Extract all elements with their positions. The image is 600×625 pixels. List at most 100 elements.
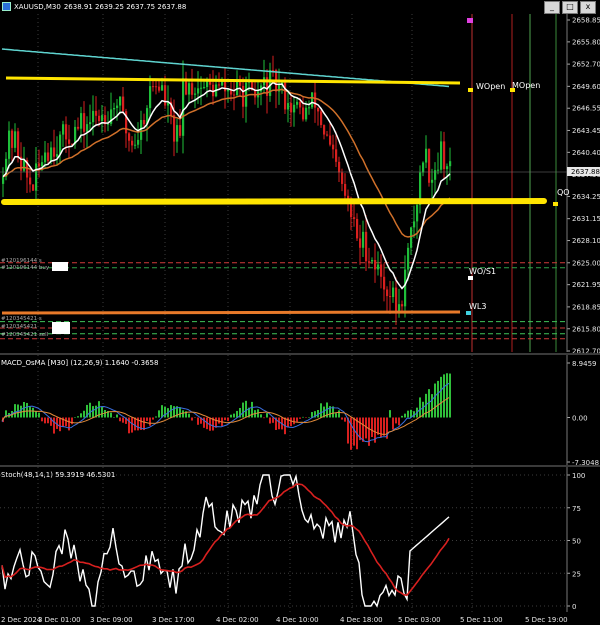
price-tick-label: 2643.45 bbox=[572, 127, 600, 135]
candle-body bbox=[122, 96, 125, 112]
stoch-d-line bbox=[1, 483, 450, 596]
candle-body bbox=[401, 304, 404, 307]
macd-histogram-bar bbox=[302, 416, 304, 418]
candle-body bbox=[47, 152, 50, 161]
candle-body bbox=[38, 163, 41, 167]
macd-histogram-bar bbox=[47, 417, 49, 424]
candle-body bbox=[161, 85, 164, 91]
macd-tick-label: 0.00 bbox=[572, 414, 588, 422]
price-chart-canvas[interactable]: 2658.85 2655.80 2652.70 2649.60 2646.55 2643.… bbox=[0, 0, 600, 356]
macd-histogram-bar bbox=[146, 417, 148, 421]
candle-body bbox=[197, 88, 200, 94]
candle-body bbox=[353, 217, 356, 219]
candle-body bbox=[350, 202, 353, 218]
macd-histogram-bar bbox=[164, 406, 166, 418]
candle-body bbox=[137, 139, 140, 145]
macd-histogram-bar bbox=[437, 380, 439, 418]
price-tick-label: 2634.25 bbox=[572, 193, 600, 201]
orange-level-line bbox=[1, 310, 461, 315]
price-tick-label: 2615.80 bbox=[572, 325, 600, 333]
candle-body bbox=[119, 96, 122, 106]
macd-histogram-bar bbox=[377, 417, 379, 435]
macd-histogram-bar bbox=[182, 410, 184, 418]
order-label: #120196144 s bbox=[1, 258, 42, 264]
macd-histogram-bar bbox=[89, 402, 91, 418]
candle-body bbox=[116, 105, 119, 109]
time-tick-label: 4 Dec 18:00 bbox=[340, 616, 383, 624]
candle-body bbox=[77, 126, 80, 129]
candle-body bbox=[50, 147, 53, 161]
candle-body bbox=[395, 287, 398, 312]
stoch-tick-label: 0 bbox=[572, 603, 576, 611]
candle-body bbox=[311, 92, 314, 108]
macd-histogram-bar bbox=[14, 404, 16, 418]
candle-body bbox=[65, 124, 68, 140]
candle-body bbox=[407, 247, 410, 270]
macd-histogram-bar bbox=[188, 413, 190, 418]
candle-body bbox=[62, 124, 65, 135]
candle-body bbox=[314, 92, 317, 108]
macd-histogram-bar bbox=[119, 417, 121, 422]
price-chart-pane[interactable]: 2658.85 2655.80 2652.70 2649.60 2646.55 2643.… bbox=[0, 0, 600, 356]
macd-pane[interactable]: MACD_OsMA [M30] (12,26,9) 1.1640 -0.3658… bbox=[0, 355, 600, 467]
candle-body bbox=[332, 144, 335, 150]
macd-canvas[interactable]: MACD_OsMA [M30] (12,26,9) 1.1640 -0.3658… bbox=[0, 355, 600, 467]
candle-body bbox=[374, 259, 377, 270]
candle-body bbox=[194, 93, 197, 95]
stochastic-canvas[interactable]: Stoch(48,14,1) 59.3919 46.5301 100 75 50 25 0 bbox=[0, 467, 600, 612]
stochastic-pane[interactable]: Stoch(48,14,1) 59.3919 46.5301 100 75 50 25 0 bbox=[0, 467, 600, 612]
candle-body bbox=[179, 125, 182, 136]
order-label: #120196144 buy bbox=[1, 265, 50, 271]
candle-body bbox=[155, 86, 158, 88]
time-tick-label: 5 Dec 19:00 bbox=[525, 616, 568, 624]
candle-body bbox=[428, 148, 431, 183]
macd-histogram-bar bbox=[269, 417, 271, 424]
candle-body bbox=[23, 160, 26, 171]
candle-body bbox=[335, 149, 338, 162]
close-button[interactable]: x bbox=[580, 1, 596, 14]
candle-body bbox=[326, 134, 329, 136]
macd-histogram-bar bbox=[215, 417, 217, 428]
candle-body bbox=[224, 81, 227, 92]
candle-body bbox=[440, 141, 443, 170]
macd-histogram-bar bbox=[419, 397, 421, 418]
candle-body bbox=[188, 83, 191, 95]
macd-histogram-bar bbox=[446, 373, 448, 418]
macd-histogram-bar bbox=[449, 373, 451, 418]
candle-body bbox=[35, 163, 38, 191]
candle-body bbox=[323, 125, 326, 135]
macd-histogram-bar bbox=[128, 417, 130, 434]
candle-body bbox=[404, 269, 407, 307]
candle-body bbox=[236, 80, 239, 96]
order-box bbox=[52, 262, 68, 271]
label-mopen: MOpen bbox=[512, 81, 540, 90]
candle-body bbox=[392, 287, 395, 298]
candle-body bbox=[449, 161, 452, 167]
candle-body bbox=[398, 304, 401, 312]
price-tick-label: 2628.10 bbox=[572, 237, 600, 245]
macd-histogram-bar bbox=[344, 417, 346, 422]
chart-window-icon bbox=[2, 2, 11, 11]
maximize-button[interactable]: □ bbox=[562, 1, 578, 14]
macd-histogram-bar bbox=[404, 413, 406, 418]
candle-body bbox=[290, 103, 293, 113]
level-marker bbox=[468, 88, 473, 92]
minimize-button[interactable]: _ bbox=[544, 1, 560, 14]
macd-histogram-bar bbox=[35, 411, 37, 418]
candle-body bbox=[416, 204, 419, 222]
macd-histogram-bar bbox=[230, 414, 232, 418]
candle-body bbox=[113, 108, 116, 110]
candle-body bbox=[377, 264, 380, 270]
candle-body bbox=[86, 124, 89, 132]
macd-histogram-bar bbox=[32, 407, 34, 418]
magenta-marker bbox=[467, 18, 473, 23]
price-tick-label: 2655.80 bbox=[572, 38, 600, 46]
time-axis: 2 Dec 20243 Dec 01:00 3 Dec 09:00 3 Dec 17… bbox=[1, 616, 568, 624]
candle-body bbox=[320, 111, 323, 126]
candle-body bbox=[422, 162, 425, 173]
orange-moving-average bbox=[2, 88, 451, 238]
macd-histogram-bar bbox=[407, 410, 409, 418]
level-marker bbox=[466, 311, 471, 315]
candle-body bbox=[308, 107, 311, 109]
candle-body bbox=[272, 70, 275, 72]
